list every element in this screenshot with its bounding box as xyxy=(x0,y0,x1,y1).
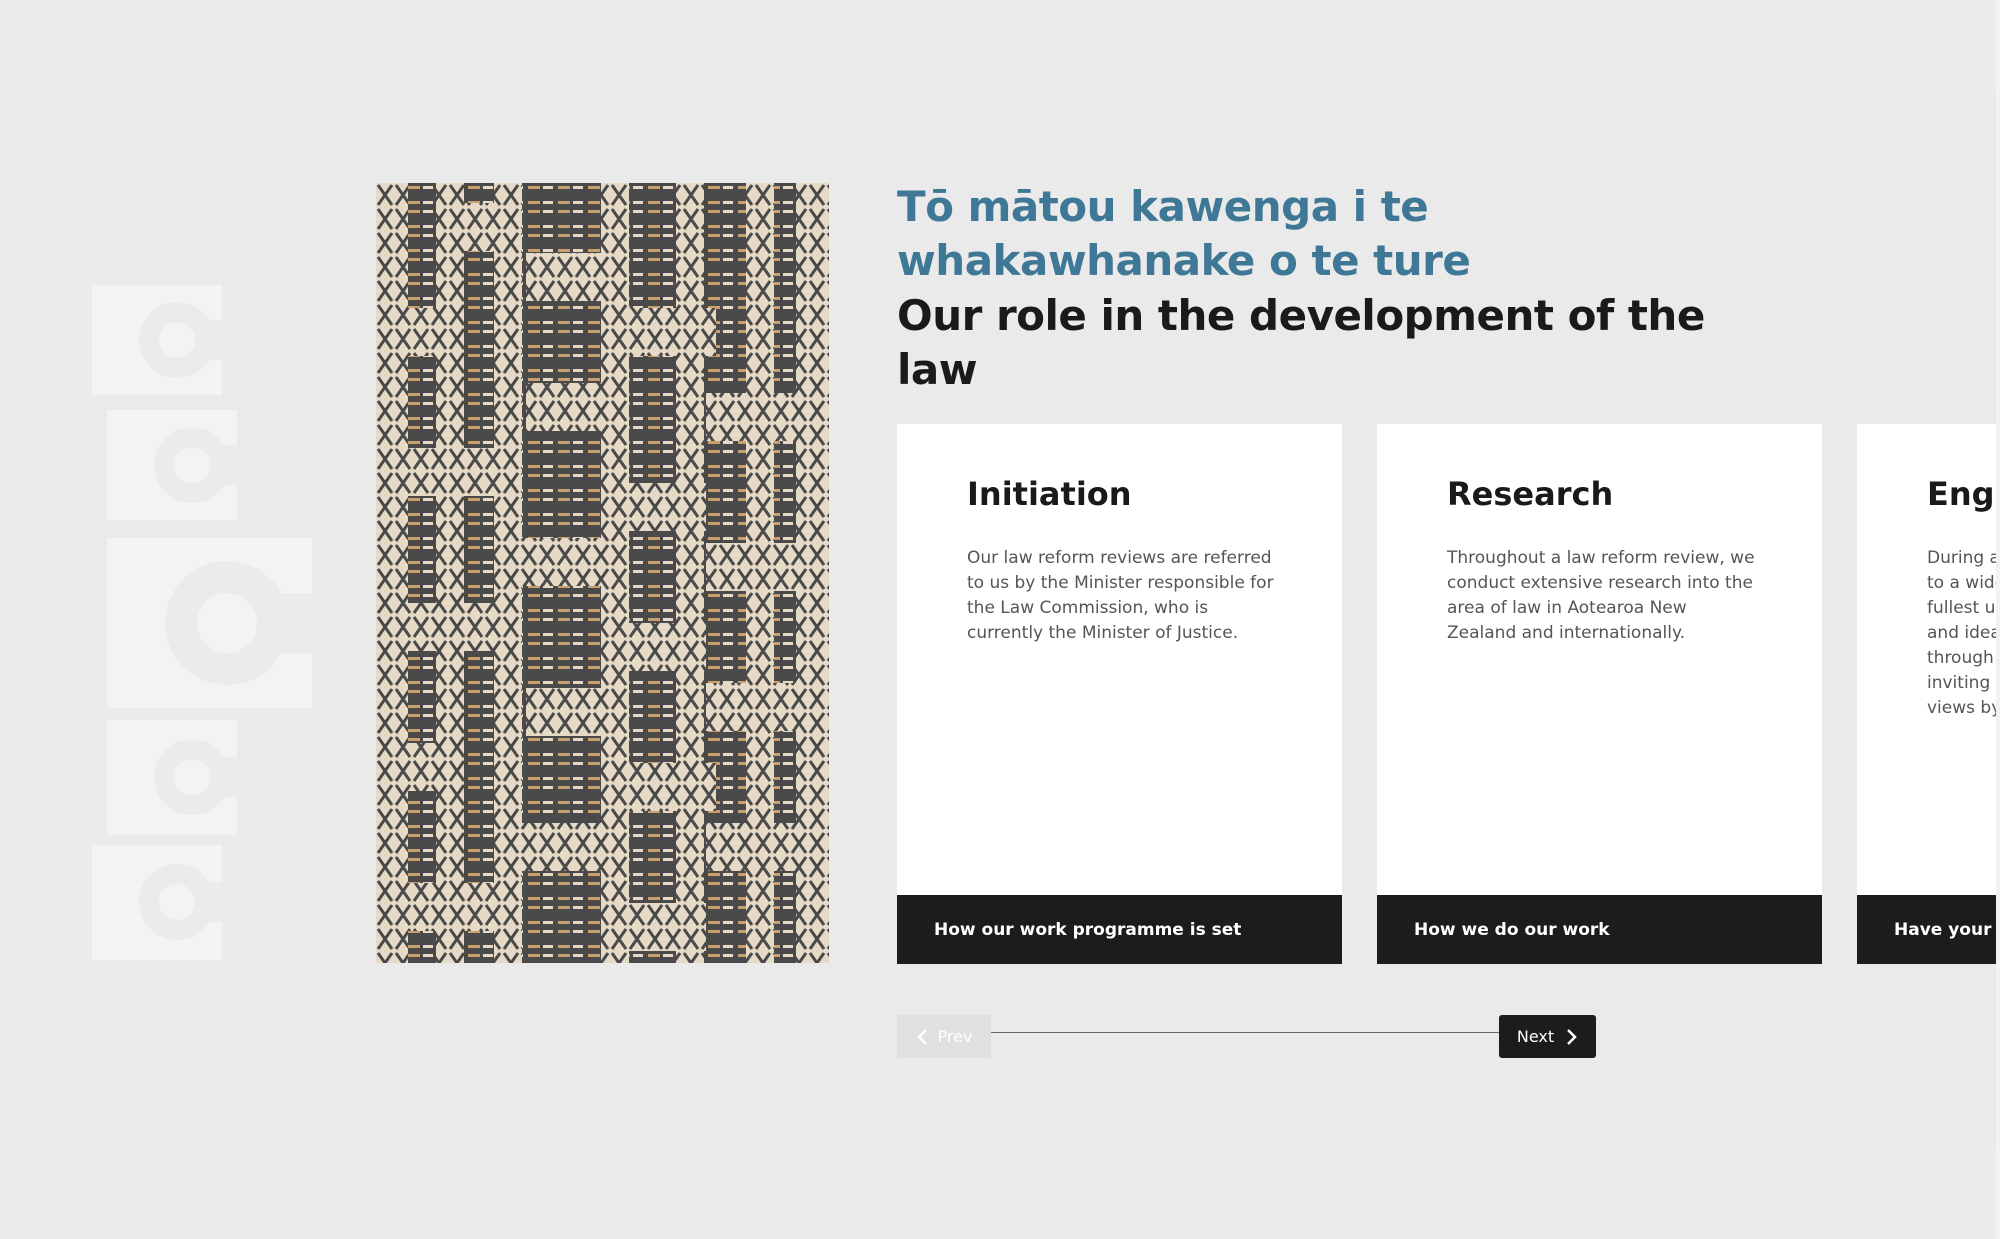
card-body: During a to a wide fullest ur and idea t… xyxy=(1927,548,2000,718)
card-body: Our law reform reviews are referred to u… xyxy=(967,548,1274,643)
card-body: Throughout a law reform review, we condu… xyxy=(1447,548,1755,643)
logo-watermark-icon xyxy=(92,280,312,970)
section-heading-english: Our role in the development of the law xyxy=(897,291,1705,394)
card-link-work-programme[interactable]: How our work programme is set xyxy=(897,895,1342,964)
next-label: Next xyxy=(1516,1027,1555,1046)
chevron-left-icon xyxy=(916,1028,930,1046)
card-research: Research Throughout a law reform review,… xyxy=(1377,424,1822,964)
woven-pattern-image xyxy=(376,183,829,963)
page-edge xyxy=(1996,0,2000,1239)
prev-label: Prev xyxy=(937,1027,973,1046)
card-title: Enga xyxy=(1927,475,2000,513)
card-link-have-your-say[interactable]: Have your sa xyxy=(1857,895,2000,964)
card-title: Research xyxy=(1447,475,1614,513)
pager-progress-track xyxy=(991,1032,1499,1033)
cards-carousel[interactable]: Initiation Our law reform reviews are re… xyxy=(897,424,2000,965)
prev-button[interactable]: Prev xyxy=(897,1015,991,1058)
page: Tō mātou kawenga i te whakawhanake o te … xyxy=(0,0,2000,1239)
carousel-pager: Prev Next xyxy=(897,1015,1597,1059)
next-button[interactable]: Next xyxy=(1499,1015,1596,1058)
section-heading-maori: Tō mātou kawenga i te whakawhanake o te … xyxy=(897,182,1471,285)
chevron-right-icon xyxy=(1564,1028,1578,1046)
card-title: Initiation xyxy=(967,475,1132,513)
card-link-how-we-work[interactable]: How we do our work xyxy=(1377,895,1822,964)
card-initiation: Initiation Our law reform reviews are re… xyxy=(897,424,1342,964)
card-engagement: Enga During a to a wide fullest ur and i… xyxy=(1857,424,2000,964)
